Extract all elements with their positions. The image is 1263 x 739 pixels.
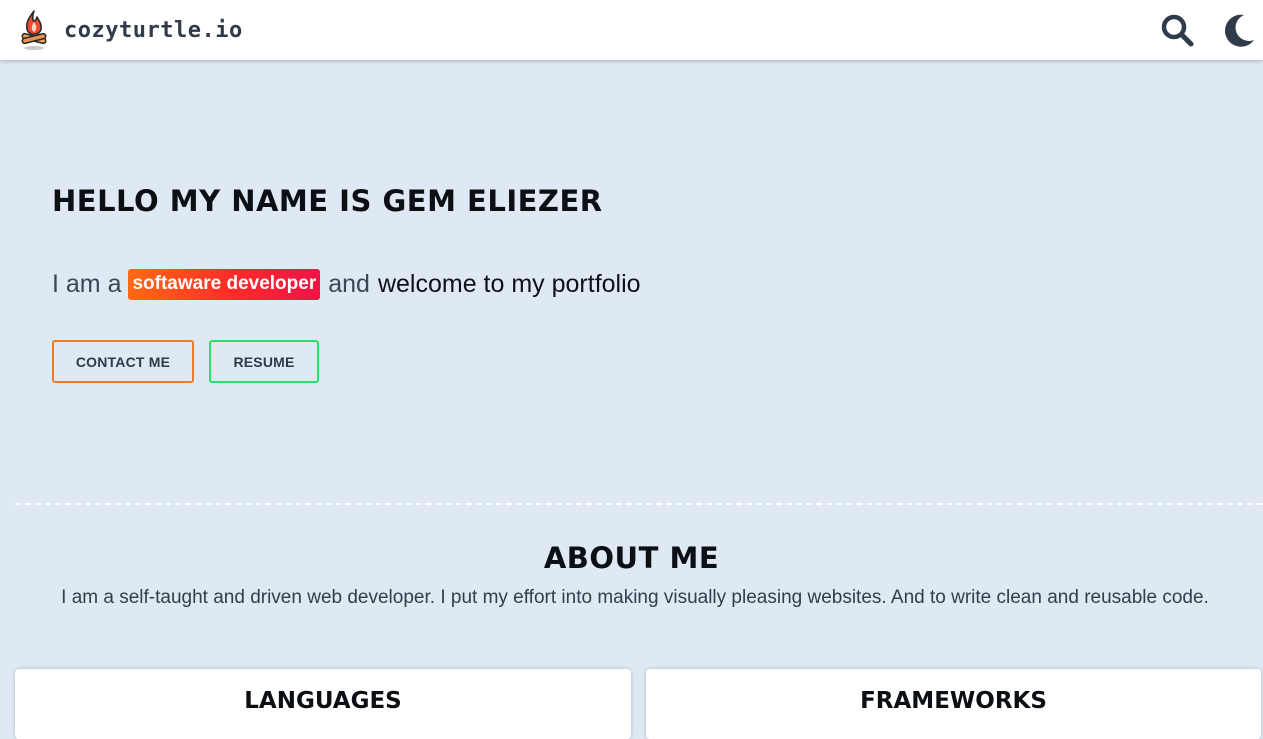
about-title: About me [543,541,720,575]
theme-toggle-button[interactable] [1219,10,1259,50]
languages-card: Languages [15,669,631,739]
role-highlight: softaware developer [128,268,321,300]
hero-subtitle: I am a softaware developer and welcome t… [52,266,641,302]
subtitle-prefix: I am a [52,269,122,298]
about-text: I am a self-taught and driven web develo… [61,587,1209,608]
languages-title: Languages [244,688,402,714]
search-icon [1161,14,1194,47]
top-navbar: cozyturtle.io [0,0,1263,60]
hero-title: Hello my name is Gem Eliezer [52,184,603,218]
section-divider [15,503,1263,505]
brand-name: cozyturtle.io [64,17,243,43]
frameworks-card: Frameworks [646,669,1261,739]
contact-me-button[interactable]: CONTACT ME [52,340,194,383]
campfire-icon [21,10,47,50]
brand-link[interactable]: cozyturtle.io [18,9,243,51]
search-button[interactable] [1157,10,1197,50]
subtitle-and: and [328,269,370,298]
subtitle-welcome: welcome to my portfolio [377,269,641,298]
moon-icon [1224,14,1254,47]
frameworks-title: Frameworks [860,688,1047,714]
resume-button[interactable]: RESUME [209,340,319,383]
